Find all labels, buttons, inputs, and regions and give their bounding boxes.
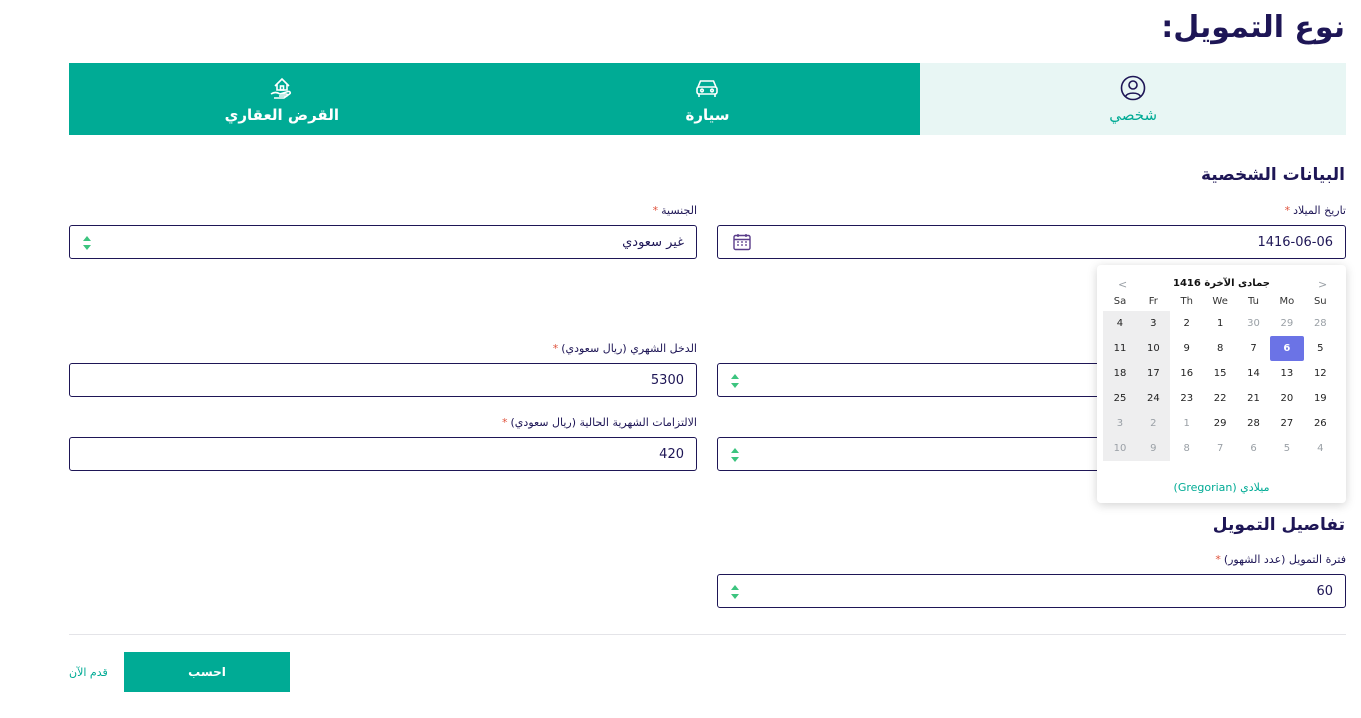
datepicker-day[interactable]: 10: [1136, 336, 1171, 361]
tab-mortgage[interactable]: القرض العقاري: [68, 63, 495, 135]
datepicker-day-selected[interactable]: 6: [1270, 336, 1304, 361]
nationality-select[interactable]: غير سعودي: [69, 225, 697, 259]
datepicker-day[interactable]: 22: [1203, 386, 1236, 411]
datepicker-day[interactable]: 5: [1304, 336, 1337, 361]
datepicker-day[interactable]: 8: [1170, 436, 1203, 461]
income-value: 5300: [650, 372, 684, 388]
datepicker-week-row: 26 27 28 29 1 2 3: [1103, 411, 1337, 436]
select-arrows-icon: [731, 374, 739, 388]
datepicker-week-row: 5 6 7 8 9 10 11: [1103, 336, 1337, 361]
birth-date-field[interactable]: 1416-06-06: [717, 225, 1346, 259]
datepicker-day[interactable]: 8: [1203, 336, 1236, 361]
hijri-datepicker: < جمادى الآخرة 1416 > Su Mo Tu We Th Fr Sa 28 29…: [1097, 265, 1346, 503]
datepicker-day[interactable]: 3: [1136, 311, 1171, 336]
datepicker-month-label: جمادى الآخرة 1416: [1173, 278, 1270, 289]
nationality-value: غير سعودي: [622, 234, 684, 250]
datepicker-day[interactable]: 3: [1103, 411, 1137, 436]
income-input[interactable]: 5300: [69, 363, 697, 397]
datepicker-day[interactable]: 9: [1136, 436, 1171, 461]
datepicker-day[interactable]: 13: [1270, 361, 1303, 386]
page-title: نوع التمويل:: [1161, 10, 1345, 45]
tab-car-label: سيارة: [685, 106, 730, 124]
gregorian-toggle[interactable]: ميلادي (Gregorian): [1097, 481, 1346, 494]
datepicker-day[interactable]: 28: [1304, 311, 1337, 336]
datepicker-week-row: 4 5 6 7 8 9 10: [1103, 436, 1337, 461]
datepicker-week-row: 28 29 30 1 2 3 4: [1103, 311, 1337, 336]
datepicker-day[interactable]: 29: [1270, 311, 1303, 336]
personal-section-title: البيانات الشخصية: [1200, 165, 1345, 185]
period-value: 60: [1316, 583, 1333, 599]
datepicker-weekday: Sa: [1113, 296, 1127, 307]
datepicker-day[interactable]: 18: [1103, 361, 1137, 386]
datepicker-day[interactable]: 1: [1203, 311, 1236, 336]
car-icon: [696, 80, 719, 97]
datepicker-grid: Su Mo Tu We Th Fr Sa 28 29 30 1 2 3 4 5 6 7 8 9 10 11 12 13 14 1…: [1103, 295, 1337, 461]
tab-car[interactable]: سيارة: [494, 63, 921, 135]
datepicker-day[interactable]: 26: [1304, 411, 1337, 436]
datepicker-weekday-row: Su Mo Tu We Th Fr Sa: [1103, 295, 1337, 311]
tab-mortgage-label: القرض العقاري: [224, 106, 339, 124]
datepicker-day[interactable]: 30: [1237, 311, 1270, 336]
datepicker-day[interactable]: 9: [1170, 336, 1203, 361]
datepicker-day[interactable]: 2: [1170, 311, 1203, 336]
datepicker-weekday: Tu: [1248, 296, 1259, 307]
datepicker-weekday: Mo: [1279, 296, 1295, 307]
datepicker-day[interactable]: 16: [1170, 361, 1203, 386]
datepicker-day[interactable]: 27: [1270, 411, 1303, 436]
finance-section-title: تفاصيل التمويل: [1212, 515, 1345, 535]
apply-now-link[interactable]: قدم الآن: [69, 666, 108, 679]
datepicker-day[interactable]: 29: [1203, 411, 1236, 436]
datepicker-day[interactable]: 7: [1237, 336, 1270, 361]
house-hand-icon: [270, 77, 291, 99]
tab-personal[interactable]: شخصي: [920, 63, 1346, 135]
datepicker-week-row: 19 20 21 22 23 24 25: [1103, 386, 1337, 411]
datepicker-day[interactable]: 12: [1304, 361, 1337, 386]
datepicker-day[interactable]: 2: [1136, 411, 1171, 436]
obligations-label: الالتزامات الشهرية الحالية (ريال سعودي)*: [502, 416, 697, 429]
birth-date-label: تاريخ الميلاد*: [1284, 204, 1346, 217]
datepicker-weekday: Su: [1313, 296, 1327, 307]
period-label: فترة التمويل (عدد الشهور)*: [1215, 553, 1346, 566]
datepicker-day[interactable]: 1: [1170, 411, 1203, 436]
datepicker-day[interactable]: 19: [1304, 386, 1337, 411]
datepicker-next-button[interactable]: >: [1318, 278, 1327, 291]
datepicker-day[interactable]: 4: [1103, 311, 1137, 336]
datepicker-day[interactable]: 17: [1136, 361, 1171, 386]
datepicker-day[interactable]: 11: [1103, 336, 1137, 361]
datepicker-day[interactable]: 25: [1103, 386, 1137, 411]
obligations-value: 420: [659, 446, 684, 462]
datepicker-weekday: We: [1212, 296, 1228, 307]
divider: [69, 634, 1346, 635]
datepicker-day[interactable]: 21: [1237, 386, 1270, 411]
income-label: الدخل الشهري (ريال سعودي)*: [552, 342, 697, 355]
datepicker-day[interactable]: 6: [1237, 436, 1270, 461]
datepicker-day[interactable]: 20: [1270, 386, 1303, 411]
user-circle-icon: [1120, 75, 1146, 101]
obligations-input[interactable]: 420: [69, 437, 697, 471]
datepicker-week-row: 12 13 14 15 16 17 18: [1103, 361, 1337, 386]
calculate-button[interactable]: احسب: [124, 652, 290, 692]
select-arrows-icon: [731, 585, 739, 599]
financing-type-tabs: شخصي سيارة القرض العقاري: [68, 63, 1346, 135]
select-arrows-icon: [731, 448, 739, 462]
datepicker-day[interactable]: 14: [1237, 361, 1270, 386]
calendar-icon[interactable]: [732, 232, 752, 252]
period-select[interactable]: 60: [717, 574, 1346, 608]
datepicker-day[interactable]: 23: [1170, 386, 1203, 411]
datepicker-day[interactable]: 10: [1103, 436, 1137, 461]
select-arrows-icon: [83, 236, 91, 250]
tab-personal-label: شخصي: [1109, 106, 1158, 124]
nationality-label: الجنسية*: [652, 204, 697, 217]
datepicker-day[interactable]: 24: [1136, 386, 1171, 411]
datepicker-weekday: Fr: [1148, 296, 1158, 307]
datepicker-day[interactable]: 28: [1237, 411, 1270, 436]
datepicker-weekday: Th: [1180, 296, 1193, 307]
birth-date-value: 1416-06-06: [1257, 234, 1333, 250]
datepicker-day[interactable]: 7: [1203, 436, 1236, 461]
datepicker-day[interactable]: 4: [1304, 436, 1337, 461]
datepicker-day[interactable]: 15: [1203, 361, 1236, 386]
datepicker-day[interactable]: 5: [1270, 436, 1303, 461]
